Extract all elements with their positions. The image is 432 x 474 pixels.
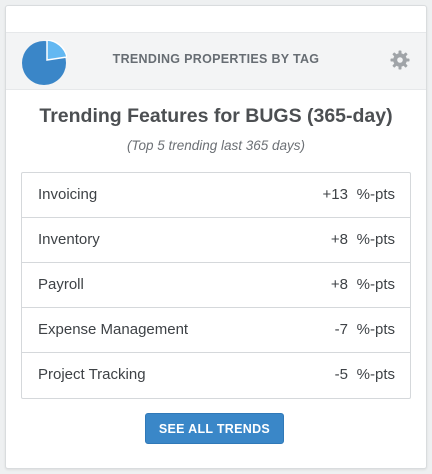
trend-label: Payroll [38,276,84,293]
trend-unit: %-pts [356,186,395,203]
trend-label: Project Tracking [38,366,146,383]
trend-unit: %-pts [356,231,395,248]
trends-table: Invoicing +13 %-pts Inventory +8 %-pts P… [21,172,411,399]
page-subtitle: (Top 5 trending last 365 days) [126,138,306,153]
gear-icon[interactable] [390,50,410,70]
trend-value: +8 [330,231,348,248]
trend-value: +8 [330,276,348,293]
trend-unit: %-pts [356,276,395,293]
trend-unit: %-pts [356,366,395,383]
trend-value: -7 [334,321,348,338]
page-title: Trending Features for BUGS (365-day) [39,105,393,127]
trend-value: +13 [322,186,348,203]
trend-value: -5 [334,366,348,383]
widget-header: TRENDING PROPERTIES BY TAG [6,32,426,90]
table-row: Expense Management -7 %-pts [22,308,410,353]
see-all-trends-button[interactable]: SEE ALL TRENDS [145,413,284,444]
widget-header-title: TRENDING PROPERTIES BY TAG [112,52,320,66]
trend-unit: %-pts [356,321,395,338]
trend-label: Invoicing [38,186,98,203]
table-row: Project Tracking -5 %-pts [22,353,410,398]
trending-widget-card: TRENDING PROPERTIES BY TAG Trending Feat… [5,5,427,469]
trend-label: Inventory [38,231,100,248]
table-row: Invoicing +13 %-pts [22,173,410,218]
table-row: Inventory +8 %-pts [22,218,410,263]
trend-label: Expense Management [38,321,189,338]
table-row: Payroll +8 %-pts [22,263,410,308]
